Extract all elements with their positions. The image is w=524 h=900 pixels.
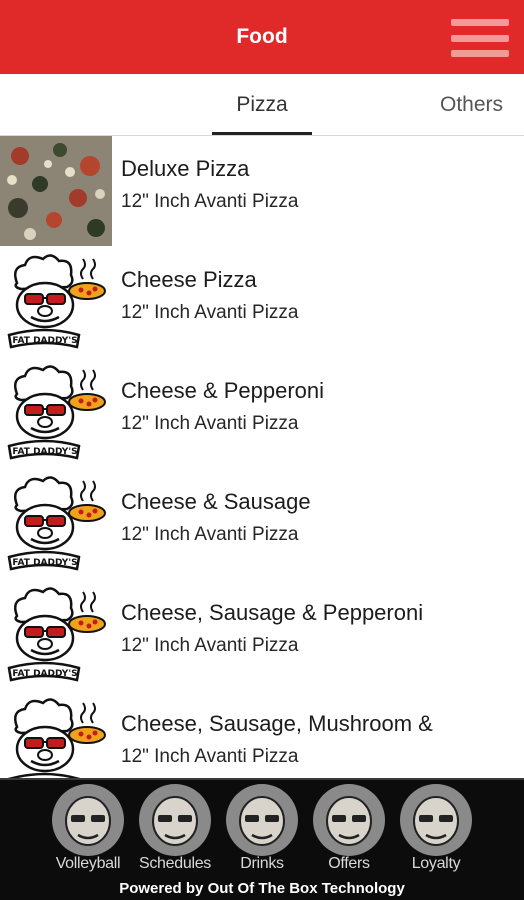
tab-pizza[interactable]: Pizza [212, 74, 312, 135]
category-tabs: Pizza Others [0, 74, 524, 136]
nav-label: Schedules [138, 855, 212, 872]
menu-item-cheese-sausage-mushroom[interactable]: Cheese, Sausage, Mushroom & 12" Inch Ava… [0, 691, 524, 778]
volleyball-caricature-icon [51, 783, 125, 857]
fat-daddys-logo [0, 691, 112, 778]
nav-label: Volleyball [55, 855, 121, 872]
fat-daddys-logo [0, 469, 112, 579]
menu-item-title: Cheese, Sausage & Pepperoni [121, 600, 424, 625]
menu-item-cheese-pepperoni[interactable]: Cheese & Pepperoni 12" Inch Avanti Pizza [0, 358, 524, 469]
offers-caricature-icon [312, 783, 386, 857]
menu-item-deluxe-pizza[interactable]: Deluxe Pizza 12" Inch Avanti Pizza [0, 136, 524, 247]
nav-offers[interactable]: Offers [306, 780, 392, 880]
menu-item-title: Cheese & Pepperoni [121, 378, 325, 403]
powered-by-text: Powered by Out Of The Box Technology [119, 880, 405, 897]
app-bar: Food [0, 0, 524, 74]
menu-item-subtitle: 12" Inch Avanti Pizza [121, 746, 299, 767]
fat-daddys-logo [0, 247, 112, 357]
menu-item-title: Cheese, Sausage, Mushroom & [121, 711, 433, 736]
fat-daddys-logo [0, 358, 112, 468]
drinks-caricature-icon [225, 783, 299, 857]
menu-item-title: Deluxe Pizza [121, 156, 250, 181]
menu-item-title: Cheese Pizza [121, 267, 257, 292]
menu-item-subtitle: 12" Inch Avanti Pizza [121, 635, 299, 656]
menu-item-subtitle: 12" Inch Avanti Pizza [121, 302, 299, 323]
tab-others[interactable]: Others [440, 74, 524, 134]
menu-item-cheese-sausage[interactable]: Cheese & Sausage 12" Inch Avanti Pizza [0, 469, 524, 580]
nav-volleyball[interactable]: Volleyball [45, 780, 131, 880]
menu-item-cheese-pizza[interactable]: Cheese Pizza 12" Inch Avanti Pizza [0, 247, 524, 358]
menu-item-subtitle: 12" Inch Avanti Pizza [121, 191, 299, 212]
hamburger-menu-icon [451, 19, 509, 57]
menu-list: Deluxe Pizza 12" Inch Avanti Pizza Chees… [0, 136, 524, 778]
schedules-caricature-icon [138, 783, 212, 857]
nav-label: Loyalty [411, 855, 461, 872]
menu-item-subtitle: 12" Inch Avanti Pizza [121, 524, 299, 545]
nav-drinks[interactable]: Drinks [219, 780, 305, 880]
menu-item-title: Cheese & Sausage [121, 489, 311, 514]
menu-item-cheese-sausage-pepperoni[interactable]: Cheese, Sausage & Pepperoni 12" Inch Ava… [0, 580, 524, 691]
nav-loyalty[interactable]: Loyalty [393, 780, 479, 880]
bottom-nav: Volleyball Schedules Drinks Offers Loyal… [0, 778, 524, 900]
pizza-photo [0, 136, 112, 246]
menu-button[interactable] [446, 14, 514, 62]
loyalty-caricature-icon [399, 783, 473, 857]
nav-label: Drinks [240, 855, 284, 872]
nav-label: Offers [328, 855, 370, 872]
nav-schedules[interactable]: Schedules [132, 780, 218, 880]
fat-daddys-logo [0, 580, 112, 690]
menu-item-subtitle: 12" Inch Avanti Pizza [121, 413, 299, 434]
